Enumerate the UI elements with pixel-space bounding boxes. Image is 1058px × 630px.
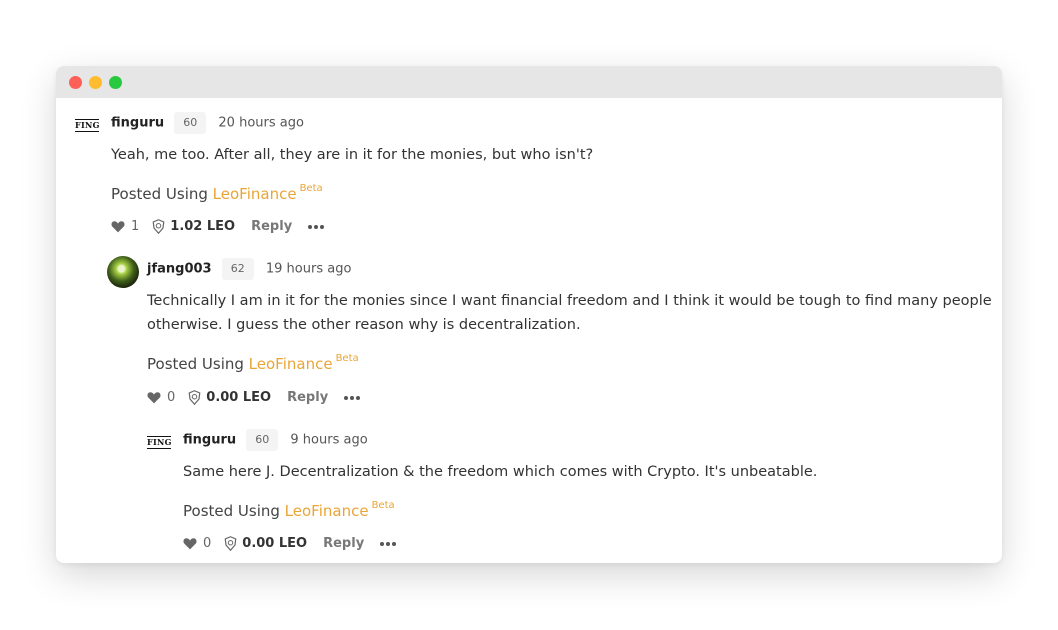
comment-header: finguru 60 20 hours ago <box>111 112 304 134</box>
payout-value[interactable]: 0.00 LEO <box>206 390 271 405</box>
posted-using-line: Posted Using LeoFinance Beta <box>183 500 395 520</box>
payout-value[interactable]: 1.02 LEO <box>170 219 235 234</box>
posted-prefix: Posted Using <box>147 355 249 373</box>
vote-count: 1 <box>131 219 140 234</box>
comment-header: finguru 60 9 hours ago <box>183 429 368 451</box>
beta-label: Beta <box>299 183 323 194</box>
more-options-icon[interactable] <box>344 395 361 400</box>
maximize-window-button[interactable] <box>109 76 122 89</box>
beta-label: Beta <box>371 500 395 511</box>
comment-body: Technically I am in it for the monies si… <box>147 293 992 333</box>
reply-button[interactable]: Reply <box>323 536 364 551</box>
window-titlebar <box>56 66 1002 98</box>
posted-prefix: Posted Using <box>183 502 285 520</box>
more-options-icon[interactable] <box>308 224 325 229</box>
avatar[interactable] <box>107 256 139 288</box>
timestamp[interactable]: 20 hours ago <box>218 116 304 131</box>
comment-body: Yeah, me too. After all, they are in it … <box>111 147 594 163</box>
comment-header: jfang003 62 19 hours ago <box>147 258 351 280</box>
leo-token-icon <box>152 219 165 234</box>
posted-using-line: Posted Using LeoFinance Beta <box>147 353 359 373</box>
leo-token-icon <box>224 536 237 551</box>
browser-window: FING finguru 60 20 hours ago Yeah, me to… <box>56 66 1002 563</box>
author-name[interactable]: jfang003 <box>147 262 212 277</box>
author-name[interactable]: finguru <box>111 116 164 131</box>
payout-value[interactable]: 0.00 LEO <box>242 536 307 551</box>
leofinance-link[interactable]: LeoFinance <box>285 502 369 520</box>
leo-token-icon <box>188 390 201 405</box>
beta-label: Beta <box>335 353 359 364</box>
avatar[interactable]: FING <box>147 436 171 449</box>
comment-body: Same here J. Decentralization & the free… <box>183 464 818 480</box>
leofinance-link[interactable]: LeoFinance <box>249 355 333 373</box>
timestamp[interactable]: 19 hours ago <box>266 262 352 277</box>
timestamp[interactable]: 9 hours ago <box>290 433 367 448</box>
reply-button[interactable]: Reply <box>251 219 292 234</box>
reputation-badge: 60 <box>246 429 279 451</box>
author-name[interactable]: finguru <box>183 433 236 448</box>
reply-button[interactable]: Reply <box>287 390 328 405</box>
reputation-badge: 60 <box>174 112 207 134</box>
vote-count: 0 <box>167 390 176 405</box>
more-options-icon[interactable] <box>380 541 397 546</box>
reputation-badge: 62 <box>221 258 254 280</box>
comment-actions: 0 0.00 LEO Reply <box>147 390 361 405</box>
leofinance-link[interactable]: LeoFinance <box>213 185 297 203</box>
posted-using-line: Posted Using LeoFinance Beta <box>111 183 323 203</box>
vote-count: 0 <box>203 536 212 551</box>
posted-prefix: Posted Using <box>111 185 213 203</box>
comment-actions: 0 0.00 LEO Reply <box>183 536 397 551</box>
heart-icon[interactable] <box>147 391 161 404</box>
minimize-window-button[interactable] <box>89 76 102 89</box>
avatar[interactable]: FING <box>75 119 99 132</box>
heart-icon[interactable] <box>183 537 197 550</box>
comment-actions: 1 1.02 LEO Reply <box>111 219 325 234</box>
close-window-button[interactable] <box>69 76 82 89</box>
heart-icon[interactable] <box>111 220 125 233</box>
